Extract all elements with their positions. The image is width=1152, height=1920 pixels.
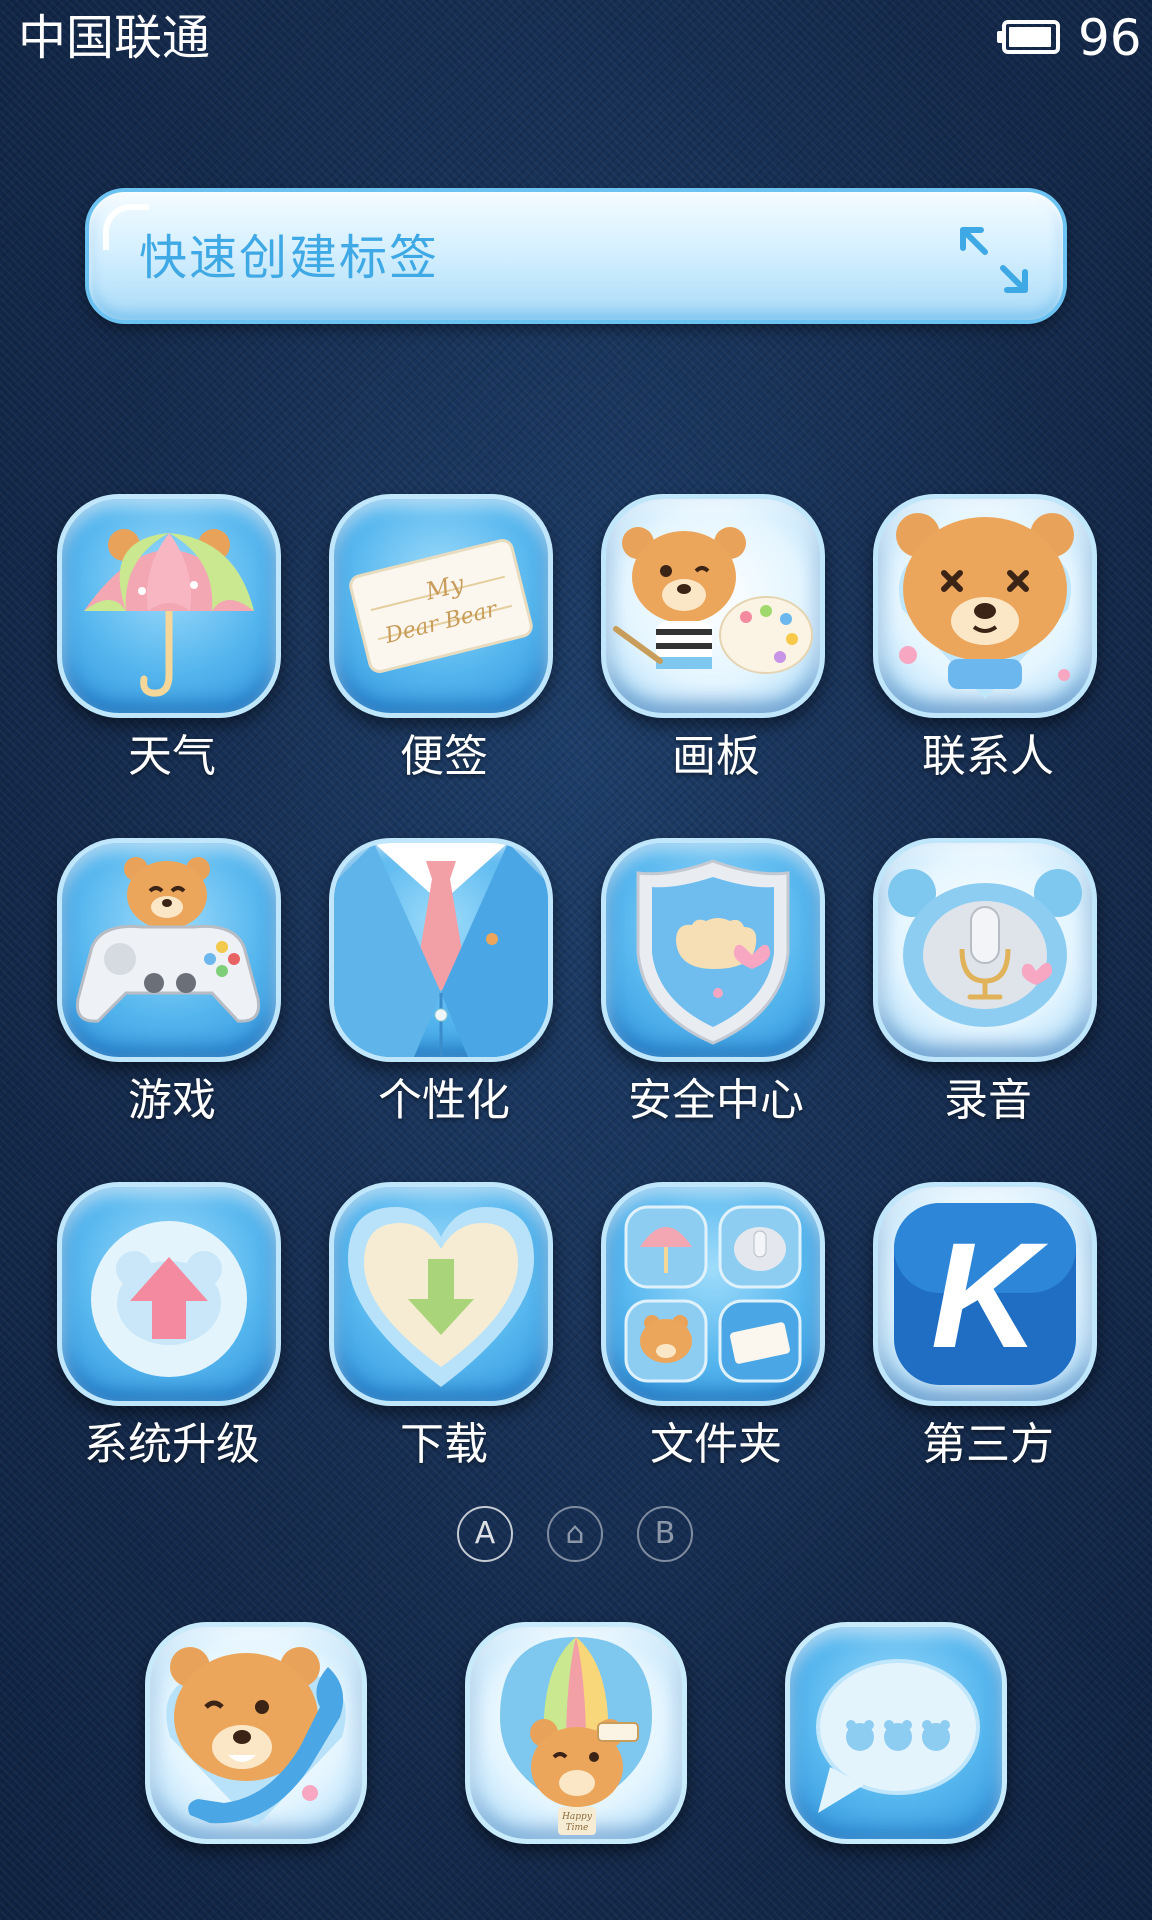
carrier-name: 中国联通 bbox=[18, 10, 211, 66]
app-drawing-board[interactable]: 画板 bbox=[566, 494, 826, 794]
page-indicator-a[interactable]: A bbox=[457, 1506, 513, 1562]
quick-create-tag-label: 快速创建标签 bbox=[139, 230, 440, 286]
app-folder[interactable]: 文件夹 bbox=[566, 1182, 826, 1482]
upgrade-arrow-icon bbox=[57, 1182, 281, 1406]
app-label: 游戏 bbox=[128, 1075, 216, 1126]
balloon-text-2: Time bbox=[566, 1823, 589, 1833]
heart-download-icon bbox=[329, 1182, 553, 1406]
app-download[interactable]: 下载 bbox=[294, 1182, 554, 1482]
suit-tie-icon bbox=[329, 838, 553, 1062]
app-label: 下载 bbox=[400, 1419, 488, 1470]
palette-bear-icon bbox=[601, 494, 825, 718]
app-label: 个性化 bbox=[378, 1075, 510, 1126]
app-label: 便签 bbox=[400, 731, 488, 782]
expand-icon[interactable] bbox=[957, 224, 1031, 296]
gamepad-icon bbox=[57, 838, 281, 1062]
app-label: 第三方 bbox=[922, 1419, 1054, 1470]
app-label: 录音 bbox=[944, 1075, 1032, 1126]
phone-bear-icon bbox=[166, 1647, 346, 1827]
k-letter-icon: K bbox=[873, 1182, 1097, 1406]
battery-icon bbox=[997, 20, 1060, 54]
app-system-upgrade[interactable]: 系统升级 bbox=[22, 1182, 282, 1482]
k-letter: K bbox=[931, 1211, 1049, 1379]
dock-messages[interactable] bbox=[785, 1622, 1007, 1844]
home-icon[interactable]: ⌂ bbox=[547, 1506, 603, 1562]
dock-phone[interactable] bbox=[145, 1622, 367, 1844]
microphone-icon bbox=[873, 838, 1097, 1062]
app-personalize[interactable]: 个性化 bbox=[294, 838, 554, 1138]
folder-icon bbox=[601, 1182, 825, 1406]
balloon-bear-icon: Happy Time bbox=[500, 1637, 652, 1835]
note-card-icon: My Dear Bear bbox=[329, 494, 553, 718]
app-security-center[interactable]: 安全中心 bbox=[566, 838, 826, 1138]
app-notes[interactable]: My Dear Bear 便签 bbox=[294, 494, 554, 794]
battery-level: 96 bbox=[1078, 9, 1142, 67]
dock-browser[interactable]: Happy Time bbox=[465, 1622, 687, 1844]
status-bar: 中国联通 96 bbox=[0, 0, 1152, 80]
shield-icon bbox=[601, 838, 825, 1062]
app-label: 文件夹 bbox=[650, 1419, 782, 1470]
app-label: 天气 bbox=[128, 731, 216, 782]
umbrella-icon bbox=[57, 494, 281, 718]
balloon-text-1: Happy bbox=[561, 1812, 593, 1822]
app-label: 联系人 bbox=[922, 731, 1054, 782]
app-recorder[interactable]: 录音 bbox=[838, 838, 1098, 1138]
app-label: 系统升级 bbox=[84, 1419, 260, 1470]
page-indicator-b[interactable]: B bbox=[637, 1506, 693, 1562]
app-weather[interactable]: 天气 bbox=[22, 494, 282, 794]
app-label: 画板 bbox=[672, 731, 760, 782]
app-third-party[interactable]: K 第三方 bbox=[838, 1182, 1098, 1482]
app-label: 安全中心 bbox=[628, 1075, 804, 1126]
app-games[interactable]: 游戏 bbox=[22, 838, 282, 1138]
message-bubble-icon bbox=[816, 1659, 980, 1813]
battery-fill bbox=[1009, 27, 1051, 47]
app-contacts[interactable]: 联系人 bbox=[838, 494, 1098, 794]
quick-create-tag-widget[interactable]: 快速创建标签 bbox=[85, 188, 1067, 324]
bear-face-icon bbox=[873, 494, 1097, 718]
